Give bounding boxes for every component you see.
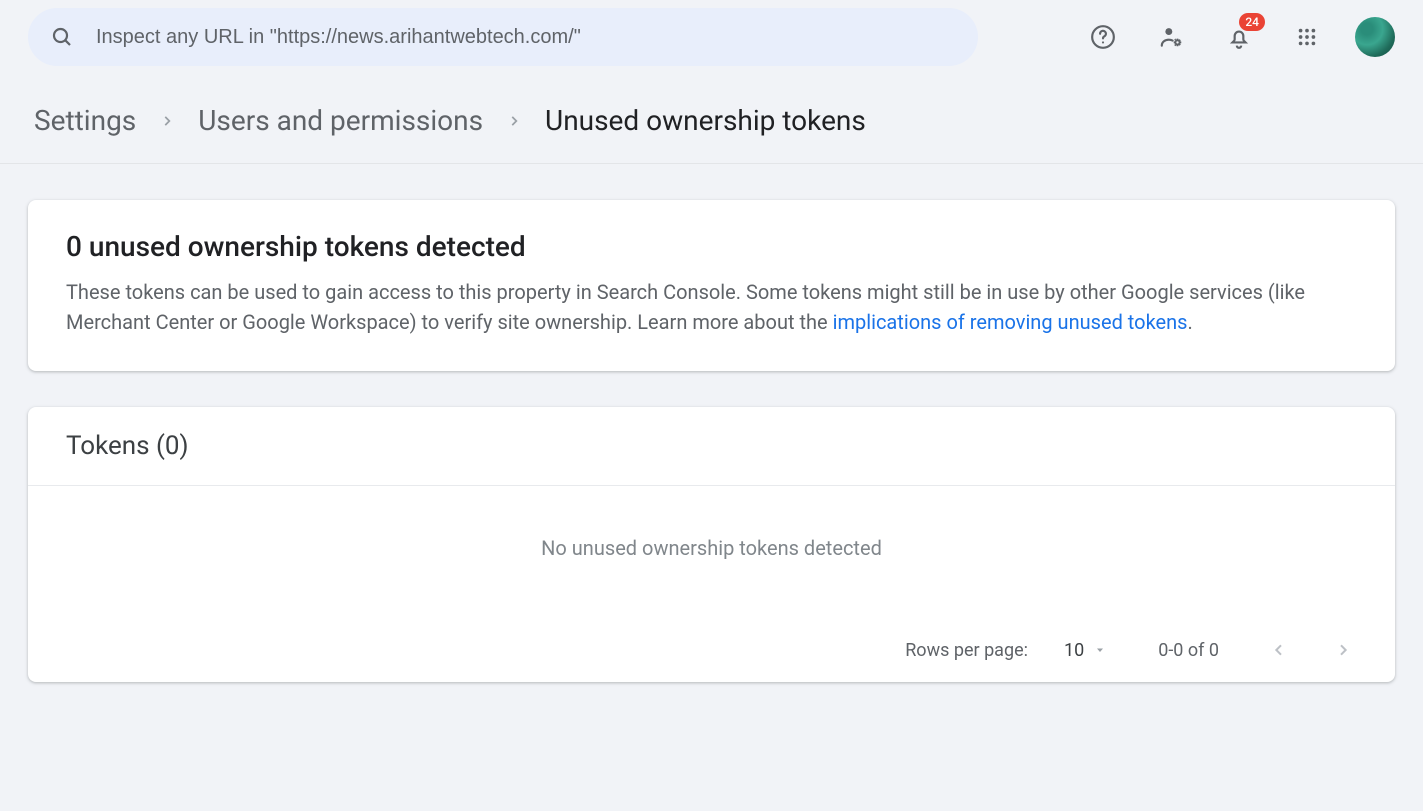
- breadcrumb-current: Unused ownership tokens: [545, 104, 866, 137]
- notifications-icon[interactable]: 24: [1219, 17, 1259, 57]
- search-container[interactable]: [28, 8, 978, 66]
- search-input[interactable]: [96, 26, 956, 49]
- header-icons: 24: [1043, 17, 1395, 57]
- summary-body-post: .: [1187, 310, 1192, 334]
- implications-link[interactable]: implications of removing unused tokens: [833, 310, 1188, 334]
- chevron-right-icon: [160, 114, 174, 128]
- manage-users-icon[interactable]: [1151, 17, 1191, 57]
- next-page-button[interactable]: [1331, 638, 1355, 662]
- rows-per-page-label: Rows per page:: [905, 640, 1028, 661]
- avatar[interactable]: [1355, 17, 1395, 57]
- breadcrumb-users-permissions[interactable]: Users and permissions: [198, 104, 483, 137]
- tokens-empty-message: No unused ownership tokens detected: [28, 486, 1395, 620]
- notification-badge: 24: [1239, 13, 1265, 31]
- apps-icon[interactable]: [1287, 17, 1327, 57]
- summary-card: 0 unused ownership tokens detected These…: [28, 200, 1395, 371]
- help-icon[interactable]: [1083, 17, 1123, 57]
- triangle-down-icon: [1094, 644, 1106, 656]
- chevron-right-icon: [507, 114, 521, 128]
- tokens-card: Tokens (0) No unused ownership tokens de…: [28, 407, 1395, 682]
- rows-per-page-select[interactable]: 10: [1064, 640, 1106, 661]
- top-bar: 24: [0, 0, 1423, 74]
- range-label: 0-0 of 0: [1158, 640, 1219, 661]
- summary-title: 0 unused ownership tokens detected: [66, 230, 1357, 263]
- summary-body: These tokens can be used to gain access …: [66, 277, 1357, 337]
- breadcrumb-settings[interactable]: Settings: [34, 104, 136, 137]
- rows-value: 10: [1064, 640, 1084, 661]
- breadcrumb: Settings Users and permissions Unused ow…: [0, 74, 1423, 164]
- content: 0 unused ownership tokens detected These…: [0, 164, 1423, 754]
- prev-page-button[interactable]: [1267, 638, 1291, 662]
- search-icon: [50, 25, 74, 49]
- tokens-header: Tokens (0): [28, 407, 1395, 486]
- paginator: Rows per page: 10 0-0 of 0: [28, 620, 1395, 682]
